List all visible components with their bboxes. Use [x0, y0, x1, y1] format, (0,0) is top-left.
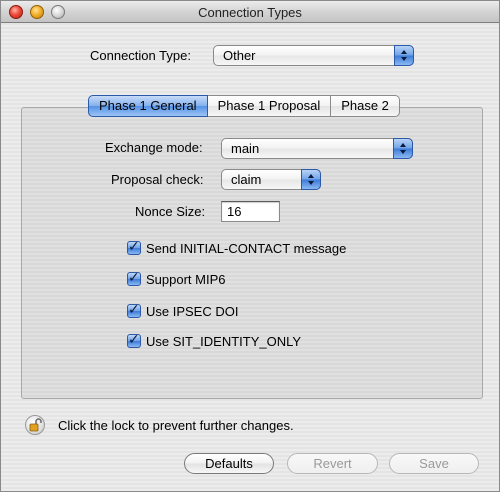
send-initial-contact-label: Send INITIAL-CONTACT message	[146, 241, 347, 256]
connection-type-label: Connection Type:	[90, 48, 191, 63]
tab-phase-2[interactable]: Phase 2	[331, 95, 400, 117]
checkmark-icon: ✓	[128, 301, 140, 317]
use-sit-identity-only-label: Use SIT_IDENTITY_ONLY	[146, 334, 302, 349]
exchange-mode-popup[interactable]: main	[221, 138, 413, 159]
support-mip6-label: Support MIP6	[146, 272, 226, 287]
connection-type-popup[interactable]: Other	[213, 45, 414, 66]
title-bar[interactable]: Connection Types	[1, 1, 499, 23]
checkmark-icon: ✓	[128, 269, 140, 285]
defaults-button[interactable]: Defaults	[184, 453, 274, 474]
popup-arrows-icon	[393, 138, 413, 159]
tab-bar: Phase 1 General Phase 1 Proposal Phase 2	[88, 95, 400, 117]
lock-message: Click the lock to prevent further change…	[58, 418, 294, 433]
popup-arrows-icon	[394, 45, 414, 66]
lock-open-icon	[29, 418, 42, 432]
use-ipsec-doi-checkbox[interactable]: ✓	[127, 301, 141, 318]
popup-arrows-icon	[301, 169, 321, 190]
checkmark-icon: ✓	[128, 331, 140, 347]
checkmark-icon: ✓	[128, 238, 140, 254]
nonce-size-label: Nonce Size:	[135, 204, 206, 219]
nonce-size-field[interactable]: 16	[221, 201, 280, 222]
send-initial-contact-checkbox[interactable]: ✓	[127, 238, 141, 255]
exchange-mode-label: Exchange mode:	[105, 140, 203, 155]
support-mip6-checkbox[interactable]: ✓	[127, 269, 141, 286]
tab-phase-1-proposal[interactable]: Phase 1 Proposal	[207, 95, 332, 117]
save-button[interactable]: Save	[389, 453, 479, 474]
window-title: Connection Types	[198, 5, 302, 20]
use-sit-identity-only-checkbox[interactable]: ✓	[127, 331, 141, 348]
exchange-mode-value: main	[231, 141, 260, 156]
tab-phase-1-general[interactable]: Phase 1 General	[88, 95, 208, 117]
revert-button[interactable]: Revert	[287, 453, 378, 474]
lock-button[interactable]	[25, 415, 45, 435]
proposal-check-label: Proposal check:	[111, 172, 204, 187]
nonce-size-value: 16	[227, 204, 242, 219]
proposal-check-value: claim	[231, 172, 262, 187]
connection-types-window: Connection Types Connection Type: Other …	[0, 0, 500, 492]
proposal-check-popup[interactable]: claim	[221, 169, 321, 190]
connection-type-value: Other	[223, 48, 256, 63]
use-ipsec-doi-label: Use IPSEC DOI	[146, 304, 239, 319]
